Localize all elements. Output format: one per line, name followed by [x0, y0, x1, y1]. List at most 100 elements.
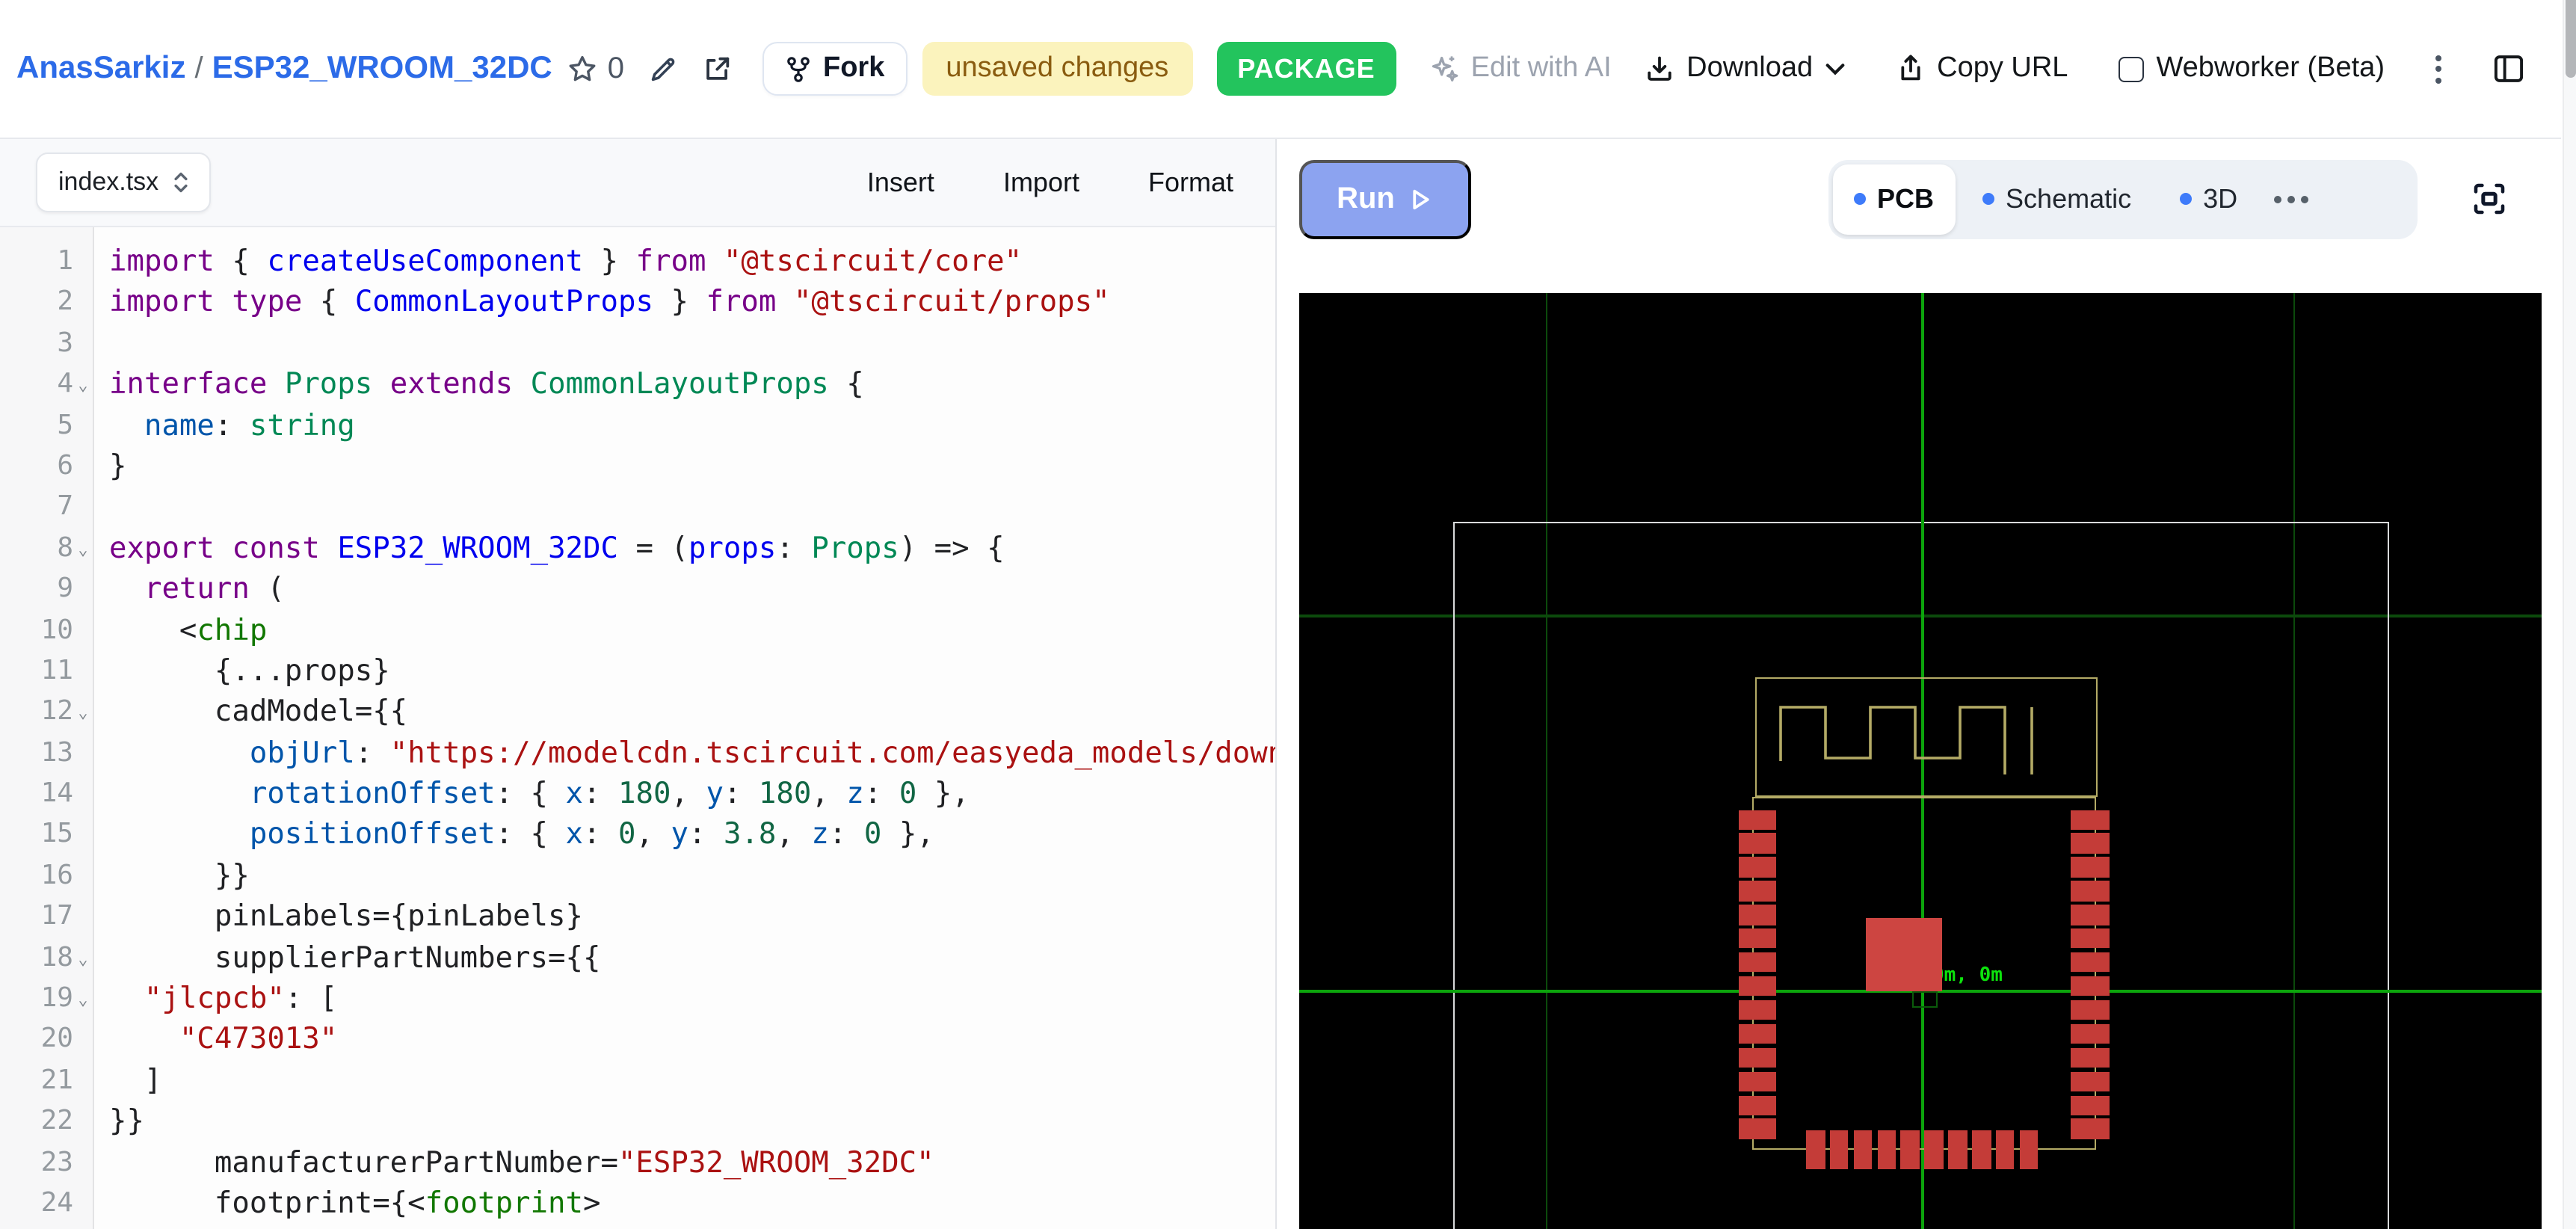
webworker-toggle[interactable]: Webworker (Beta) [2119, 52, 2385, 85]
smt-pad-bottom[interactable] [1901, 1130, 1920, 1169]
page-scrollbar-thumb[interactable] [2566, 0, 2576, 78]
code-line: 22}} [0, 1100, 1275, 1142]
fold-chevron-icon[interactable]: ⌄ [73, 527, 93, 568]
run-button[interactable]: Run [1298, 159, 1470, 238]
smt-pad-left[interactable] [1738, 1000, 1776, 1020]
code-text: <chip [93, 609, 267, 650]
copy-url-button[interactable]: Copy URL [1895, 52, 2068, 85]
webworker-checkbox[interactable] [2119, 56, 2144, 81]
edit-with-ai-button[interactable]: Edit with AI [1429, 52, 1612, 85]
fold-chevron-icon[interactable]: ⌄ [73, 978, 93, 1019]
origin-marker [1912, 991, 1938, 1008]
smt-pad-left[interactable] [1738, 1047, 1776, 1068]
fold-gutter-spacer [73, 855, 93, 896]
open-in-new-icon[interactable] [702, 54, 732, 84]
fork-button[interactable]: Fork [762, 42, 907, 96]
smt-pad-right[interactable] [2071, 976, 2109, 997]
smt-pad-left[interactable] [1738, 810, 1776, 830]
smt-pad-right[interactable] [2071, 1119, 2109, 1139]
smt-pad-right[interactable] [2071, 1047, 2109, 1068]
smt-pad-bottom[interactable] [1806, 1130, 1825, 1169]
smt-pad-right[interactable] [2071, 881, 2109, 902]
tab-schematic[interactable]: Schematic [1961, 164, 2152, 234]
tab-3d[interactable]: 3D [2158, 164, 2258, 234]
smt-pad-left[interactable] [1738, 881, 1776, 902]
line-number: 22 [0, 1100, 73, 1142]
code-line: 5 name: string [0, 404, 1275, 446]
fold-chevron-icon[interactable]: ⌄ [73, 691, 93, 733]
smt-pad-left[interactable] [1738, 857, 1776, 878]
share-up-icon [1895, 54, 1925, 84]
smt-pad-left[interactable] [1738, 905, 1776, 925]
smt-pad-bottom[interactable] [1830, 1130, 1849, 1169]
smt-pad-bottom[interactable] [1948, 1130, 1967, 1169]
smt-pad-right[interactable] [2071, 928, 2109, 949]
code-text: }} [93, 1100, 144, 1142]
line-number: 9 [0, 568, 73, 609]
star-count: 0 [608, 52, 624, 86]
smt-pad-bottom[interactable] [1972, 1130, 1991, 1169]
code-text: rotationOffset: { x: 180, y: 180, z: 0 }… [93, 773, 970, 814]
smt-pad-bottom[interactable] [1925, 1130, 1944, 1169]
fold-gutter-spacer [73, 568, 93, 609]
code-lines: 1import { createUseComponent } from "@ts… [0, 241, 1275, 1229]
menu-import[interactable]: Import [1003, 167, 1079, 198]
smt-pad-left[interactable] [1738, 976, 1776, 997]
download-label: Download [1686, 52, 1813, 85]
smt-pad-bottom[interactable] [2019, 1130, 2038, 1169]
smt-pad-right[interactable] [2071, 952, 2109, 973]
smt-pad-left[interactable] [1738, 1024, 1776, 1044]
page-scrollbar-track[interactable] [2562, 0, 2576, 1229]
fold-gutter-spacer [73, 404, 93, 446]
download-button[interactable]: Download [1645, 52, 1844, 85]
star-icon[interactable] [567, 53, 599, 84]
fold-gutter-spacer [73, 1060, 93, 1101]
code-line: 14 rotationOffset: { x: 180, y: 180, z: … [0, 773, 1275, 814]
code-line: 12⌄ cadModel={{ [0, 691, 1275, 733]
code-editor[interactable]: 1import { createUseComponent } from "@ts… [0, 227, 1275, 1229]
smt-pad-left[interactable] [1738, 834, 1776, 854]
file-selector[interactable]: index.tsx [36, 153, 211, 212]
smt-pad-left[interactable] [1738, 1095, 1776, 1115]
smt-pad-right[interactable] [2071, 857, 2109, 878]
fold-gutter-spacer [73, 241, 93, 282]
tab-pcb[interactable]: PCB [1832, 164, 1955, 234]
smt-pad-right[interactable] [2071, 905, 2109, 925]
smt-pad-right[interactable] [2071, 1024, 2109, 1044]
code-text: {...props} [93, 650, 390, 691]
smt-pad-bottom[interactable] [1853, 1130, 1872, 1169]
tabs-more-ellipsis-icon[interactable] [2273, 195, 2308, 203]
smt-pad-right[interactable] [2071, 810, 2109, 830]
fold-chevron-icon[interactable]: ⌄ [73, 363, 93, 404]
code-text: { [93, 1224, 267, 1229]
breadcrumb-owner-link[interactable]: AnasSarkiz [16, 51, 185, 85]
smt-pad-right[interactable] [2071, 1071, 2109, 1091]
edit-title-pencil-icon[interactable] [648, 54, 678, 84]
smt-pad-left[interactable] [1738, 1071, 1776, 1091]
line-number: 23 [0, 1142, 73, 1183]
menu-format[interactable]: Format [1148, 167, 1233, 198]
fold-gutter-spacer [73, 814, 93, 855]
panel-toggle-icon[interactable] [2492, 52, 2525, 85]
more-options-kebab-icon[interactable] [2435, 55, 2441, 83]
smt-pad-left[interactable] [1738, 1119, 1776, 1139]
line-number: 10 [0, 609, 73, 650]
smt-pad-bottom[interactable] [1877, 1130, 1896, 1169]
menu-insert[interactable]: Insert [867, 167, 934, 198]
fold-gutter-spacer [73, 773, 93, 814]
fullscreen-icon[interactable] [2471, 181, 2507, 217]
line-number: 3 [0, 323, 73, 364]
line-number: 2 [0, 282, 73, 323]
smt-pad-left[interactable] [1738, 952, 1776, 973]
line-number: 1 [0, 241, 73, 282]
smt-pad-left[interactable] [1738, 928, 1776, 949]
smt-pad-right[interactable] [2071, 1000, 2109, 1020]
breadcrumb-repo-link[interactable]: ESP32_WROOM_32DC [212, 51, 552, 85]
pcb-canvas[interactable]: 0m, 0m [1298, 293, 2541, 1229]
fold-chevron-icon[interactable]: ⌄ [73, 937, 93, 978]
smt-pad-bottom[interactable] [1996, 1130, 2015, 1169]
package-badge: PACKAGE [1216, 42, 1396, 96]
smt-pad-right[interactable] [2071, 834, 2109, 854]
thermal-pad[interactable] [1866, 917, 1942, 991]
smt-pad-right[interactable] [2071, 1095, 2109, 1115]
